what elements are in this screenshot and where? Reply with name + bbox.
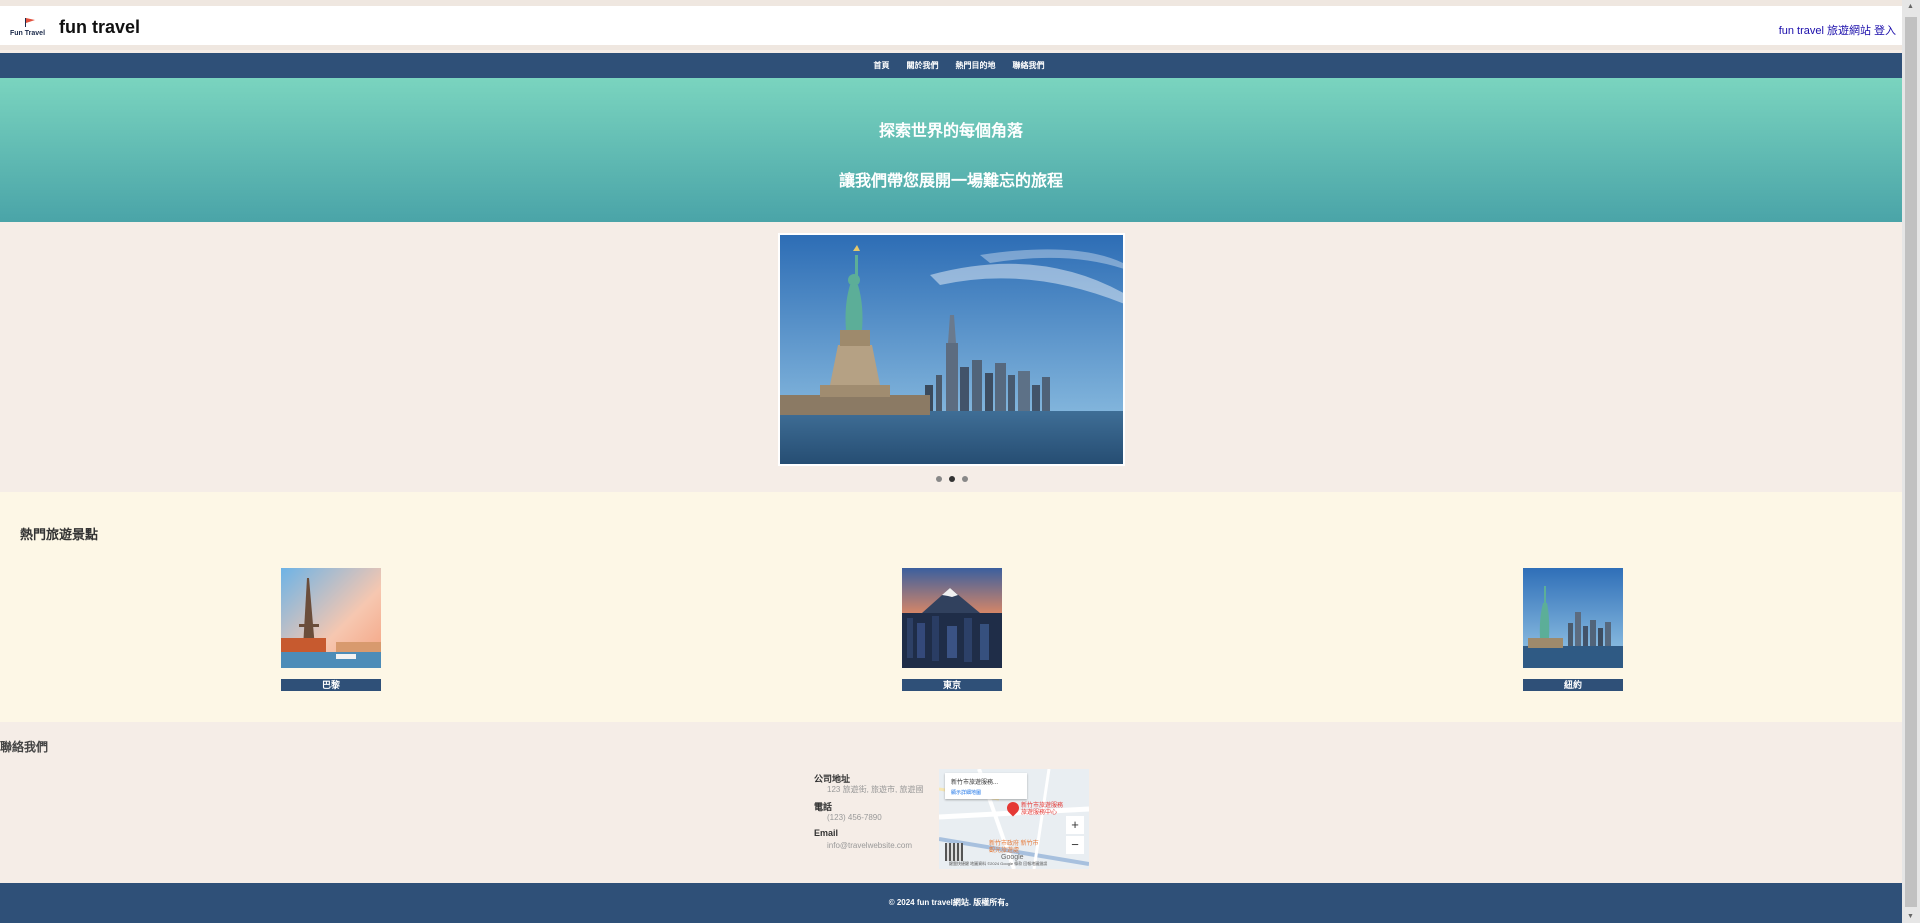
carousel-dot-2[interactable] xyxy=(949,476,955,482)
email-label: Email xyxy=(814,828,839,838)
new-york-thumbnail[interactable] xyxy=(1523,568,1623,668)
login-link[interactable]: 登入 xyxy=(1874,25,1896,37)
nav-item-home[interactable]: 首頁 xyxy=(874,53,890,78)
mount-fuji-city-image xyxy=(902,568,1002,668)
paris-thumbnail[interactable] xyxy=(281,568,381,668)
main-nav: 首頁 關於我們 熱門目的地 聯絡我們 xyxy=(0,53,1902,78)
top-header: Fun Travel fun travel fun travel 旅遊網站 登入 xyxy=(0,0,1902,50)
destination-card-tokyo[interactable]: 東京 xyxy=(902,568,1002,691)
phone-value: (123) 456-7890 xyxy=(827,813,882,822)
statue-of-liberty-image xyxy=(780,235,1123,464)
copyright-text: © 2024 fun travel網站. 版權所有。 xyxy=(888,898,1014,907)
top-links: fun travel 旅遊網站 登入 xyxy=(1776,22,1896,38)
zoom-out-button[interactable]: − xyxy=(1066,836,1084,854)
map-place-label-2: 新竹市政府 新竹市觀光旅遊處 xyxy=(989,841,1039,854)
nav-item-about[interactable]: 關於我們 xyxy=(907,53,939,78)
destination-card-new-york[interactable]: 紐約 xyxy=(1523,568,1623,691)
logo-text: Fun Travel xyxy=(10,30,46,37)
contact-info: 公司地址 123 旅遊街, 旅遊市, 旅遊國 電話 (123) 456-7890… xyxy=(814,772,934,856)
tokyo-thumbnail[interactable] xyxy=(902,568,1002,668)
google-logo: Google xyxy=(1001,854,1024,861)
zoom-in-button[interactable]: + xyxy=(1066,816,1084,834)
map-place-card: 新竹市旅遊服務... 顯示詳細地圖 xyxy=(945,773,1027,799)
nav-item-destinations[interactable]: 熱門目的地 xyxy=(956,53,996,78)
embedded-map[interactable]: 新竹市旅遊服務... 顯示詳細地圖 新竹市旅遊服務 旅遊服務中心 新竹市政府 新… xyxy=(939,769,1089,869)
contact-title: 聯絡我們 xyxy=(0,740,49,754)
destination-card-paris[interactable]: 巴黎 xyxy=(281,568,381,691)
site-logo[interactable]: Fun Travel xyxy=(10,18,52,44)
hero-subheading: 讓我們帶您展開一場難忘的旅程 xyxy=(838,173,1063,190)
email-value: info@travelwebsite.com xyxy=(827,841,913,850)
site-name[interactable]: fun travel xyxy=(59,17,140,38)
destination-label[interactable]: 巴黎 xyxy=(281,679,381,691)
map-thumbnail-icon[interactable] xyxy=(945,843,963,861)
section-title: 熱門旅遊景點 xyxy=(20,527,99,542)
carousel-dot-1[interactable] xyxy=(936,476,942,482)
destination-label[interactable]: 東京 xyxy=(902,679,1002,691)
contact-section: 聯絡我們 公司地址 123 旅遊街, 旅遊市, 旅遊國 電話 (123) 456… xyxy=(0,722,1902,883)
scroll-up-icon[interactable]: ▲ xyxy=(1907,3,1914,10)
map-card-title: 新竹市旅遊服務... xyxy=(951,780,999,786)
eiffel-tower-image xyxy=(281,568,381,668)
page-footer: © 2024 fun travel網站. 版權所有。 xyxy=(0,883,1902,923)
scrollbar-thumb[interactable] xyxy=(1905,17,1917,907)
map-footer: 鍵盤快捷鍵 地圖資料 ©2024 Google 條款 回報地圖錯誤 xyxy=(949,861,1048,866)
hero-banner: 探索世界的每個角落 讓我們帶您展開一場難忘的旅程 xyxy=(0,78,1902,222)
nav-item-contact[interactable]: 聯絡我們 xyxy=(1013,53,1045,78)
address-label: 公司地址 xyxy=(814,774,851,784)
phone-label: 電話 xyxy=(814,802,833,812)
carousel-slide-new-york[interactable] xyxy=(778,233,1125,466)
carousel-indicators xyxy=(936,476,968,482)
scroll-down-icon[interactable]: ▼ xyxy=(1907,913,1914,920)
map-card-link[interactable]: 顯示詳細地圖 xyxy=(951,789,1021,796)
address-value: 123 旅遊街, 旅遊市, 旅遊國 xyxy=(827,785,924,794)
destination-label[interactable]: 紐約 xyxy=(1523,679,1623,691)
popular-destinations: 熱門旅遊景點 巴黎 東京 紐約 xyxy=(0,492,1902,722)
flag-icon xyxy=(25,18,35,27)
map-place-label: 新竹市旅遊服務 旅遊服務中心 xyxy=(1021,803,1064,816)
hero-heading: 探索世界的每個角落 xyxy=(878,123,1023,140)
carousel-dot-3[interactable] xyxy=(962,476,968,482)
site-home-link[interactable]: fun travel 旅遊網站 xyxy=(1779,25,1871,37)
image-carousel xyxy=(0,222,1902,492)
new-york-skyline-image xyxy=(1523,568,1623,668)
vertical-scrollbar[interactable]: ▲ ▼ xyxy=(1902,0,1920,923)
